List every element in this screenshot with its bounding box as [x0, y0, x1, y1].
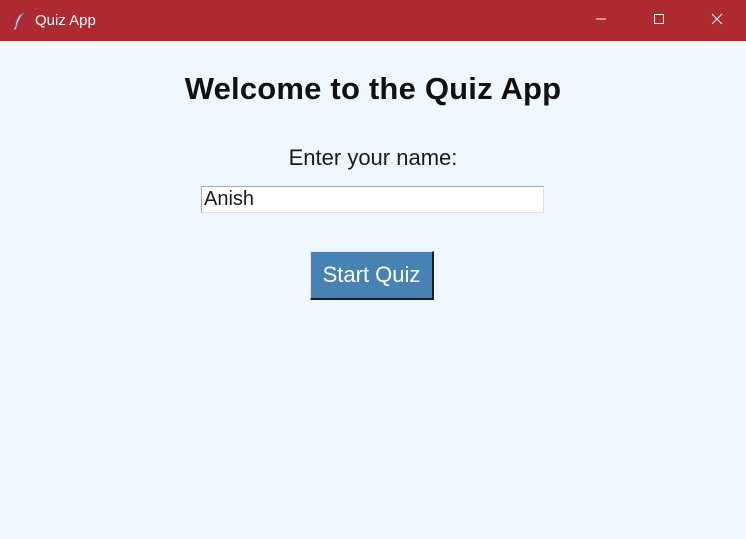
maximize-button[interactable]: [630, 0, 688, 41]
maximize-icon: [653, 12, 665, 30]
close-icon: [711, 12, 723, 30]
page-title: Welcome to the Quiz App: [184, 71, 562, 106]
start-quiz-button[interactable]: Start Quiz: [310, 251, 434, 300]
main-content: Welcome to the Quiz App Enter your name:…: [0, 41, 746, 539]
minimize-icon: [595, 12, 607, 30]
name-input[interactable]: [201, 186, 544, 213]
feather-icon: [12, 12, 26, 30]
window-controls: [572, 0, 746, 41]
quiz-app-window: Quiz App Welcome to the Quiz App Enter y…: [0, 0, 746, 539]
name-label: Enter your name:: [288, 145, 458, 170]
window-title: Quiz App: [35, 12, 96, 29]
title-bar[interactable]: Quiz App: [0, 0, 746, 41]
close-button[interactable]: [688, 0, 746, 41]
minimize-button[interactable]: [572, 0, 630, 41]
